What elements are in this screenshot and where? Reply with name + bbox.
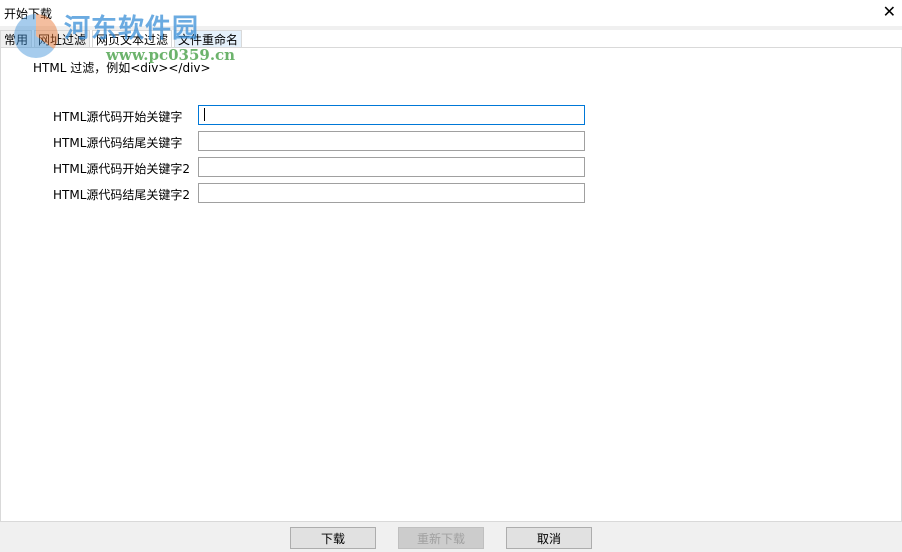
tab-panel: HTML 过滤，例如<div></div> HTML源代码开始关键字 HTML源…	[0, 47, 902, 522]
text-cursor	[204, 108, 205, 121]
end-keyword2-input[interactable]	[198, 183, 585, 203]
cancel-button[interactable]: 取消	[506, 527, 592, 549]
title-bar: 开始下载 ✕	[0, 0, 902, 26]
field-label-end2: HTML源代码结尾关键字2	[53, 188, 191, 202]
start-keyword-input[interactable]	[198, 105, 585, 125]
field-label-end: HTML源代码结尾关键字	[53, 136, 183, 150]
start-keyword2-input[interactable]	[198, 157, 585, 177]
button-bar: 下载 重新下载 取消	[0, 522, 902, 552]
field-label-start2: HTML源代码开始关键字2	[53, 162, 191, 176]
window-title: 开始下载	[4, 7, 53, 21]
tab-bar: 常用 网址过滤 网页文本过滤 文件重命名	[0, 30, 902, 49]
download-button[interactable]: 下载	[290, 527, 376, 549]
field-label-start: HTML源代码开始关键字	[53, 110, 183, 124]
end-keyword-input[interactable]	[198, 131, 585, 151]
hint-text: HTML 过滤，例如<div></div>	[33, 61, 211, 75]
redownload-button[interactable]: 重新下载	[398, 527, 484, 549]
close-icon[interactable]: ✕	[883, 2, 896, 21]
